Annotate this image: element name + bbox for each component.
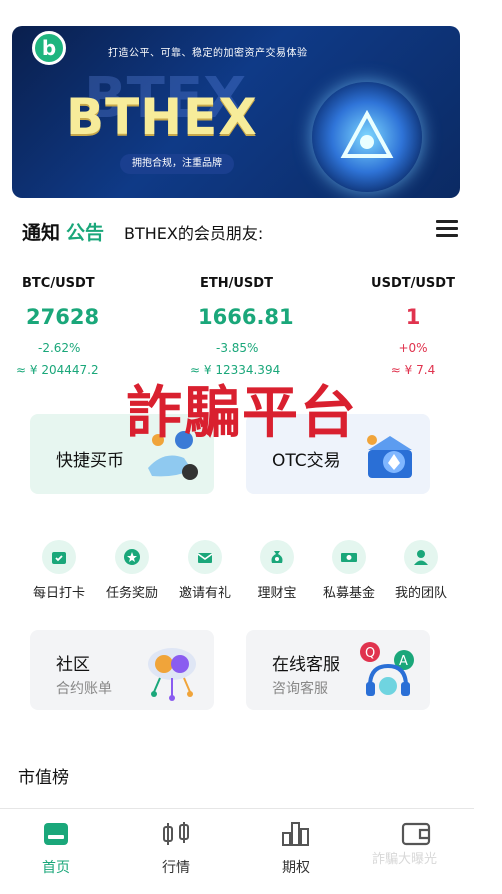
otc-trade-label: OTC交易 (272, 451, 341, 471)
grid-invite-gift[interactable]: 邀请有礼 (170, 540, 240, 601)
candlestick-icon (163, 822, 189, 845)
nav-label: 期权 (282, 860, 310, 876)
grid-daily-checkin[interactable]: 每日打卡 (24, 540, 94, 601)
nav-market[interactable]: 行情 (136, 821, 216, 877)
overlay-warning-text: 詐騙平台 (126, 380, 358, 446)
grid-label: 邀请有礼 (178, 586, 231, 601)
ticker-pair: ETH/USDT (200, 276, 273, 291)
ticker-price: 1666.81 (198, 305, 294, 329)
home-icon (44, 823, 68, 845)
promo-banner[interactable]: b 打造公平、可靠、稳定的加密资产交易体验 BTEX BTHEX 拥抱合规，注重… (12, 26, 460, 198)
market-cap-title: 市值榜 (18, 768, 69, 788)
calendar-check-icon (42, 540, 76, 574)
grid-wealth[interactable]: 理财宝 (242, 540, 312, 601)
nav-home[interactable]: 首页 (16, 821, 96, 877)
ticker-eth[interactable]: ETH/USDT 1666.81 -3.85% ≈ ¥ 12334.394 (190, 276, 350, 377)
quick-buy-label: 快捷买币 (56, 451, 124, 471)
svg-text:Q: Q (365, 646, 375, 661)
envelope-icon (188, 540, 222, 574)
banner-slogan: 拥抱合规，注重品牌 (120, 154, 234, 174)
ticker-change: +0% (398, 341, 428, 355)
ticker-price: 27628 (26, 305, 100, 329)
grid-label: 每日打卡 (32, 586, 85, 601)
ticker-change: -2.62% (38, 341, 81, 355)
tech-orb-icon (312, 82, 422, 192)
menu-icon[interactable] (436, 220, 458, 238)
ticker-cny: ≈ ¥ 7.4 (390, 363, 436, 377)
ticker-pair: USDT/USDT (371, 276, 455, 291)
grid-label: 私募基金 (322, 586, 375, 601)
source-watermark: 詐騙大曝光 (372, 852, 438, 867)
customer-service-card[interactable]: 在线客服 咨询客服 Q A (246, 630, 430, 710)
notice-label: 通知 (22, 222, 61, 244)
banner-tagline: 打造公平、可靠、稳定的加密资产交易体验 (108, 48, 308, 59)
service-title: 在线客服 (272, 655, 340, 675)
grid-task-rewards[interactable]: 任务奖励 (97, 540, 167, 601)
community-card[interactable]: 社区 合约账单 (30, 630, 214, 710)
grid-private-fund[interactable]: 私募基金 (314, 540, 384, 601)
money-bag-icon (260, 540, 294, 574)
ticker-btc[interactable]: BTC/USDT 27628 -2.62% ≈ ¥ 204447.2 (16, 276, 172, 377)
ticker-usdt[interactable]: USDT/USDT 1 +0% ≈ ¥ 7.4 (358, 276, 468, 377)
nav-options[interactable]: 期权 (256, 821, 336, 877)
grid-my-team[interactable]: 我的团队 (386, 540, 456, 601)
coin-cloud-icon (140, 640, 202, 702)
nav-label: 首页 (42, 860, 70, 876)
ticker-change: -3.85% (216, 341, 259, 355)
person-icon (404, 540, 438, 574)
crypto-box-icon (360, 428, 420, 482)
notice-text[interactable]: BTHEX的会员朋友: (124, 220, 263, 244)
announcement-label: 公告 (66, 222, 105, 244)
ticker-pair: BTC/USDT (22, 276, 95, 291)
wallet-icon (401, 822, 431, 846)
star-badge-icon (115, 540, 149, 574)
grid-label: 任务奖励 (105, 586, 158, 601)
headset-qa-icon: Q A (356, 640, 418, 702)
service-subtitle: 咨询客服 (272, 681, 328, 697)
svg-text:A: A (399, 654, 408, 669)
grid-label: 我的团队 (394, 586, 447, 601)
cash-icon (332, 540, 366, 574)
banner-brand-name: BTHEX (66, 88, 258, 146)
community-title: 社区 (56, 655, 90, 675)
brand-logo: b (32, 31, 66, 65)
nav-label: 行情 (162, 860, 190, 876)
grid-label: 理财宝 (257, 586, 297, 601)
community-subtitle: 合约账单 (56, 681, 112, 697)
bar-chart-icon (282, 822, 309, 846)
ticker-price: 1 (405, 305, 421, 329)
